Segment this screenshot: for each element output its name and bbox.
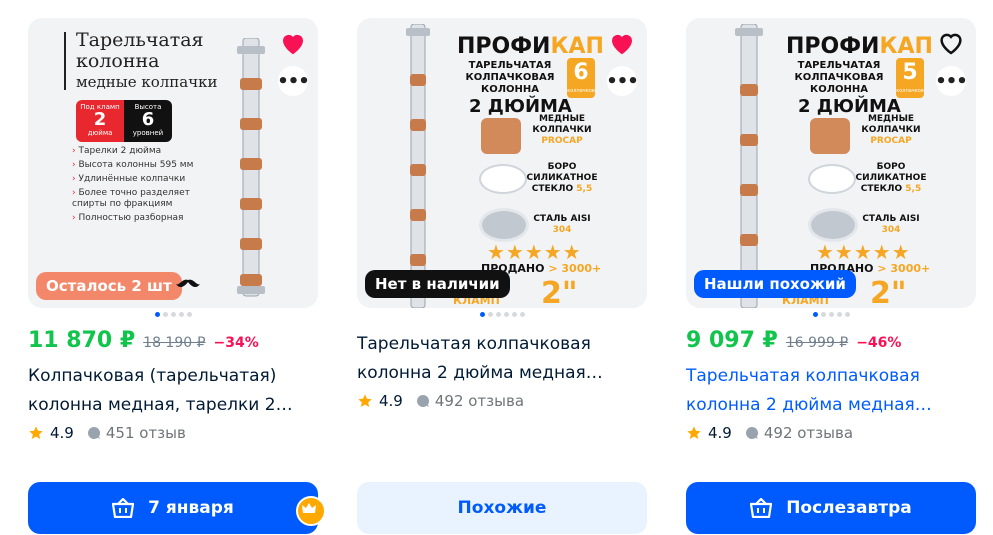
feature-steel: СТАЛЬ AISI 304 [533, 214, 591, 235]
spec-diameter: Под кламп 2 дюйма [76, 100, 124, 142]
product-title[interactable]: Колпачковая (тарельчатая) колонна медная… [28, 362, 318, 420]
reviews-icon [87, 427, 100, 439]
price-block: 11 870 ₽ 18 190 ₽ −34% [28, 328, 259, 358]
feature-caps: МЕДНЫЕ КОЛПАЧКИ PROCAP [532, 114, 592, 146]
rating-block: 4.9 451 отзыв [28, 424, 186, 442]
favorite-heart-outline-icon[interactable] [936, 28, 966, 58]
feature-glass: БОРО СИЛИКАТНОЕ СТЕКЛО 5,5 [855, 162, 927, 194]
image-pagination [28, 312, 318, 317]
feature-caps: МЕДНЫЕ КОЛПАЧКИ PROCAP [861, 114, 921, 146]
cart-icon [750, 498, 773, 518]
favorite-heart-icon[interactable] [607, 28, 637, 58]
image-pagination [686, 312, 976, 317]
more-options-icon[interactable]: ••• [935, 66, 968, 96]
discount: −34% [213, 335, 259, 351]
old-price: 18 190 ₽ [143, 335, 206, 351]
image-pagination [357, 312, 647, 317]
feature-steel: СТАЛЬ AISI 304 [862, 214, 920, 235]
stock-badge: Осталось 2 шт [36, 272, 182, 300]
similar-found-badge[interactable]: Нашли похожий [694, 270, 856, 298]
product-title[interactable]: Тарельчатая колпачковая колонна 2 дюйма … [686, 362, 976, 420]
product-image[interactable]: Тарельчатая колонна медные колпачки Под … [28, 18, 318, 308]
discount: −46% [856, 335, 902, 351]
image-heading: ТАРЕЛЬЧАТАЯ КОЛПАЧКОВАЯ КОЛОННА [465, 60, 555, 95]
rating-block: 4.9 492 отзыва [686, 424, 853, 442]
cart-icon [112, 498, 135, 518]
product-title[interactable]: Тарельчатая колпачковая колонна 2 дюйма … [357, 330, 647, 388]
spec-height: Высота 6 уровней [124, 100, 172, 142]
reviews-icon [745, 427, 758, 439]
level-badge: 5 колпачков [896, 58, 924, 98]
column-illustration [406, 24, 430, 308]
add-to-cart-button[interactable]: 7 января [28, 482, 318, 534]
old-price: 16 999 ₽ [785, 335, 849, 351]
reviews-count[interactable]: 451 отзыв [106, 424, 186, 442]
level-badge: 6 колпачков [567, 58, 595, 98]
add-to-cart-button[interactable]: Послезавтра [686, 482, 976, 534]
column-illustration [237, 38, 265, 297]
price-block: 9 097 ₽ 16 999 ₽ −46% [686, 328, 901, 358]
product-card[interactable]: ПРОФИКАП 6 колпачков ТАРЕЛЬЧАТАЯ КОЛПАЧК… [357, 18, 647, 534]
clamp-size: 2" [541, 276, 578, 308]
star-icon [358, 394, 372, 407]
product-image[interactable]: ПРОФИКАП 6 колпачков ТАРЕЛЬЧАТАЯ КОЛПАЧК… [357, 18, 647, 308]
stock-badge: Нет в наличии [365, 270, 510, 298]
reviews-count[interactable]: 492 отзыва [764, 424, 853, 442]
rating-block: 4.9 492 отзыва [357, 392, 524, 410]
delivery-date: 7 января [148, 498, 234, 518]
column-illustration [735, 24, 763, 308]
favorite-heart-icon[interactable] [278, 28, 308, 58]
reviews-icon [416, 395, 429, 407]
star-icon [29, 426, 43, 439]
image-title: Тарельчатая колонна медные колпачки [76, 29, 218, 92]
image-heading: ТАРЕЛЬЧАТАЯ КОЛПАЧКОВАЯ КОЛОННА [794, 60, 884, 95]
rating-value: 4.9 [50, 424, 74, 442]
rating-value: 4.9 [708, 424, 732, 442]
reviews-count[interactable]: 492 отзыва [435, 392, 524, 410]
more-options-icon[interactable]: ••• [606, 66, 639, 96]
similar-button[interactable]: Похожие [357, 482, 647, 534]
rating-value: 4.9 [379, 392, 403, 410]
product-image[interactable]: ПРОФИКАП 5 колпачков ТАРЕЛЬЧАТАЯ КОЛПАЧК… [686, 18, 976, 308]
product-card[interactable]: Тарельчатая колонна медные колпачки Под … [28, 18, 326, 534]
product-card[interactable]: ПРОФИКАП 5 колпачков ТАРЕЛЬЧАТАЯ КОЛПАЧК… [686, 18, 976, 534]
clamp-size: 2" [870, 276, 907, 308]
rating-stars: ★★★★★ [816, 240, 911, 264]
delivery-date: Послезавтра [786, 498, 912, 518]
current-price: 9 097 ₽ [686, 328, 778, 353]
more-options-icon[interactable]: ••• [277, 66, 310, 96]
feature-glass: БОРО СИЛИКАТНОЕ СТЕКЛО 5,5 [526, 162, 598, 194]
mustache-icon [176, 279, 200, 288]
current-price: 11 870 ₽ [28, 328, 136, 353]
feature-list: › Тарелки 2 дюйма › Высота колонны 595 м… [72, 146, 194, 223]
brand-logo: ПРОФИКАП [786, 34, 933, 59]
similar-label: Похожие [457, 498, 547, 518]
brand-logo: ПРОФИКАП [457, 34, 604, 59]
premium-crown-icon [296, 496, 326, 526]
rating-stars: ★★★★★ [487, 240, 582, 264]
star-icon [687, 426, 701, 439]
